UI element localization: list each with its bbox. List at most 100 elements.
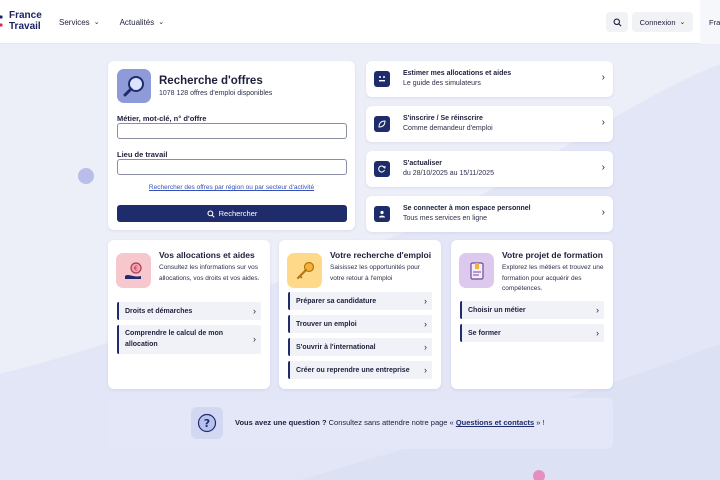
quick-link-subtitle: Le guide des simulateurs bbox=[403, 80, 481, 87]
card-description: Consultez les informations sur vos alloc… bbox=[159, 264, 260, 282]
chevron-right-icon: › bbox=[424, 319, 427, 329]
faq-question: Vous avez une question ? bbox=[235, 418, 327, 427]
quick-link-subtitle: Tous mes services en ligne bbox=[403, 215, 488, 222]
nav-actualites-label: Actualités bbox=[119, 17, 155, 27]
card-link-trouver-emploi[interactable]: Trouver un emploi › bbox=[288, 315, 432, 333]
chevron-right-icon: › bbox=[424, 296, 427, 306]
card-link-calcul[interactable]: Comprendre le calcul de mon allocation › bbox=[117, 325, 261, 354]
card-link-entreprise[interactable]: Créer ou reprendre une entreprise › bbox=[288, 361, 432, 379]
logo[interactable]: France Travail bbox=[0, 10, 42, 32]
quick-link-actualisation[interactable]: S'actualiser du 28/10/2025 au 15/11/2025… bbox=[366, 151, 613, 187]
svg-text:?: ? bbox=[204, 417, 210, 430]
card-link-choisir-metier[interactable]: Choisir un métier › bbox=[460, 301, 604, 319]
book-icon bbox=[469, 261, 484, 280]
question-illustration: ? bbox=[191, 407, 223, 439]
card-link-se-former[interactable]: Se former › bbox=[460, 324, 604, 342]
card-link-label: Choisir un métier bbox=[468, 306, 526, 314]
chevron-right-icon: › bbox=[253, 306, 256, 316]
card-description: Explorez les métiers et trouvez une form… bbox=[502, 264, 604, 292]
login-label: Connexion bbox=[639, 17, 676, 27]
book-illustration bbox=[459, 253, 494, 288]
leaf-icon bbox=[374, 116, 390, 132]
question-icon: ? bbox=[197, 413, 217, 433]
search-button-label: Rechercher bbox=[218, 209, 258, 218]
quick-link-inscription[interactable]: S'inscrire / Se réinscrire Comme demande… bbox=[366, 106, 613, 142]
card-link-label: Se former bbox=[468, 329, 501, 337]
search-by-region-link[interactable]: Rechercher des offres par région ou par … bbox=[108, 184, 355, 191]
money-icon: € bbox=[124, 261, 142, 279]
faq-body: Consultez sans attendre notre page « bbox=[326, 418, 456, 427]
chevron-right-icon: › bbox=[601, 72, 605, 83]
card-link-label: Trouver un emploi bbox=[296, 320, 357, 328]
nav-actualites[interactable]: Actualités ⌄ bbox=[120, 18, 165, 27]
magnifier-icon bbox=[123, 76, 144, 97]
chevron-right-icon: › bbox=[601, 207, 605, 218]
language-button[interactable]: Fra bbox=[700, 0, 720, 44]
logo-line1: France bbox=[9, 10, 42, 21]
location-input[interactable] bbox=[117, 159, 347, 175]
quick-link-subtitle: Comme demandeur d'emploi bbox=[403, 125, 493, 132]
header-search-button[interactable] bbox=[606, 12, 628, 32]
svg-text:€: € bbox=[133, 264, 137, 272]
card-link-droits[interactable]: Droits et démarches › bbox=[117, 302, 261, 320]
chevron-down-icon: ⌄ bbox=[93, 19, 100, 26]
job-search-help-card: Votre recherche d'emploi Saisissez les o… bbox=[279, 240, 441, 389]
nav-services[interactable]: Services ⌄ bbox=[59, 18, 100, 27]
quick-link-title: S'inscrire / Se réinscrire bbox=[403, 115, 483, 122]
main-nav: Services ⌄ Actualités ⌄ bbox=[59, 0, 164, 44]
quick-link-title: Estimer mes allocations et aides bbox=[403, 70, 512, 77]
allocations-card: € Vos allocations et aides Consultez les… bbox=[108, 240, 270, 389]
logo-line2: Travail bbox=[9, 21, 41, 32]
card-description: Saisissez les opportunités pour votre re… bbox=[330, 264, 420, 282]
keyword-label: Métier, mot-clé, n° d'offre bbox=[117, 114, 207, 123]
chevron-right-icon: › bbox=[424, 342, 427, 352]
quick-link-espace-personnel[interactable]: Se connecter à mon espace personnel Tous… bbox=[366, 196, 613, 232]
faq-text: Vous avez une question ? Consultez sans … bbox=[235, 418, 545, 427]
chevron-right-icon: › bbox=[253, 334, 256, 345]
card-link-label: Droits et démarches bbox=[125, 307, 193, 315]
chevron-right-icon: › bbox=[601, 117, 605, 128]
keyword-input[interactable] bbox=[117, 123, 347, 139]
card-link-label: Préparer sa candidature bbox=[296, 297, 377, 305]
chevron-right-icon: › bbox=[596, 305, 599, 315]
search-title: Recherche d'offres bbox=[159, 75, 263, 87]
login-button[interactable]: Connexion ⌄ bbox=[632, 12, 693, 32]
logo-mark-icon bbox=[0, 15, 3, 27]
key-icon bbox=[296, 261, 314, 279]
decorative-dot bbox=[533, 470, 545, 480]
faq-end: » ! bbox=[534, 418, 545, 427]
simulator-icon bbox=[374, 71, 390, 87]
search-icon bbox=[207, 209, 215, 218]
card-link-candidature[interactable]: Préparer sa candidature › bbox=[288, 292, 432, 310]
language-label: Fra bbox=[709, 17, 720, 27]
nav-services-label: Services bbox=[59, 17, 90, 27]
faq-banner: ? Vous avez une question ? Consultez san… bbox=[108, 398, 613, 449]
key-illustration bbox=[287, 253, 322, 288]
location-label: Lieu de travail bbox=[117, 150, 168, 159]
chevron-down-icon: ⌄ bbox=[679, 19, 686, 26]
chevron-right-icon: › bbox=[596, 328, 599, 338]
card-link-label: S'ouvrir à l'international bbox=[296, 343, 376, 351]
quick-link-allocations[interactable]: Estimer mes allocations et aides Le guid… bbox=[366, 61, 613, 97]
chevron-right-icon: › bbox=[601, 162, 605, 173]
card-title: Vos allocations et aides bbox=[159, 250, 255, 260]
quick-link-title: Se connecter à mon espace personnel bbox=[403, 205, 531, 212]
refresh-icon bbox=[374, 161, 390, 177]
site-header: France Travail Services ⌄ Actualités ⌄ C… bbox=[0, 0, 720, 44]
decorative-dot bbox=[78, 168, 94, 184]
money-illustration: € bbox=[116, 253, 151, 288]
card-link-international[interactable]: S'ouvrir à l'international › bbox=[288, 338, 432, 356]
card-link-label: Comprendre le calcul de mon allocation bbox=[125, 330, 224, 348]
search-button[interactable]: Rechercher bbox=[117, 205, 347, 222]
card-link-label: Créer ou reprendre une entreprise bbox=[296, 366, 410, 374]
search-icon bbox=[613, 18, 621, 26]
faq-contact-link[interactable]: Questions et contacts bbox=[456, 418, 534, 427]
training-card: Votre projet de formation Explorez les m… bbox=[451, 240, 613, 389]
chevron-down-icon: ⌄ bbox=[158, 19, 165, 26]
chevron-right-icon: › bbox=[424, 365, 427, 375]
quick-link-subtitle: du 28/10/2025 au 15/11/2025 bbox=[403, 170, 494, 177]
card-title: Votre projet de formation bbox=[502, 250, 603, 260]
quick-link-title: S'actualiser bbox=[403, 160, 443, 167]
user-icon bbox=[374, 206, 390, 222]
card-title: Votre recherche d'emploi bbox=[330, 250, 432, 260]
